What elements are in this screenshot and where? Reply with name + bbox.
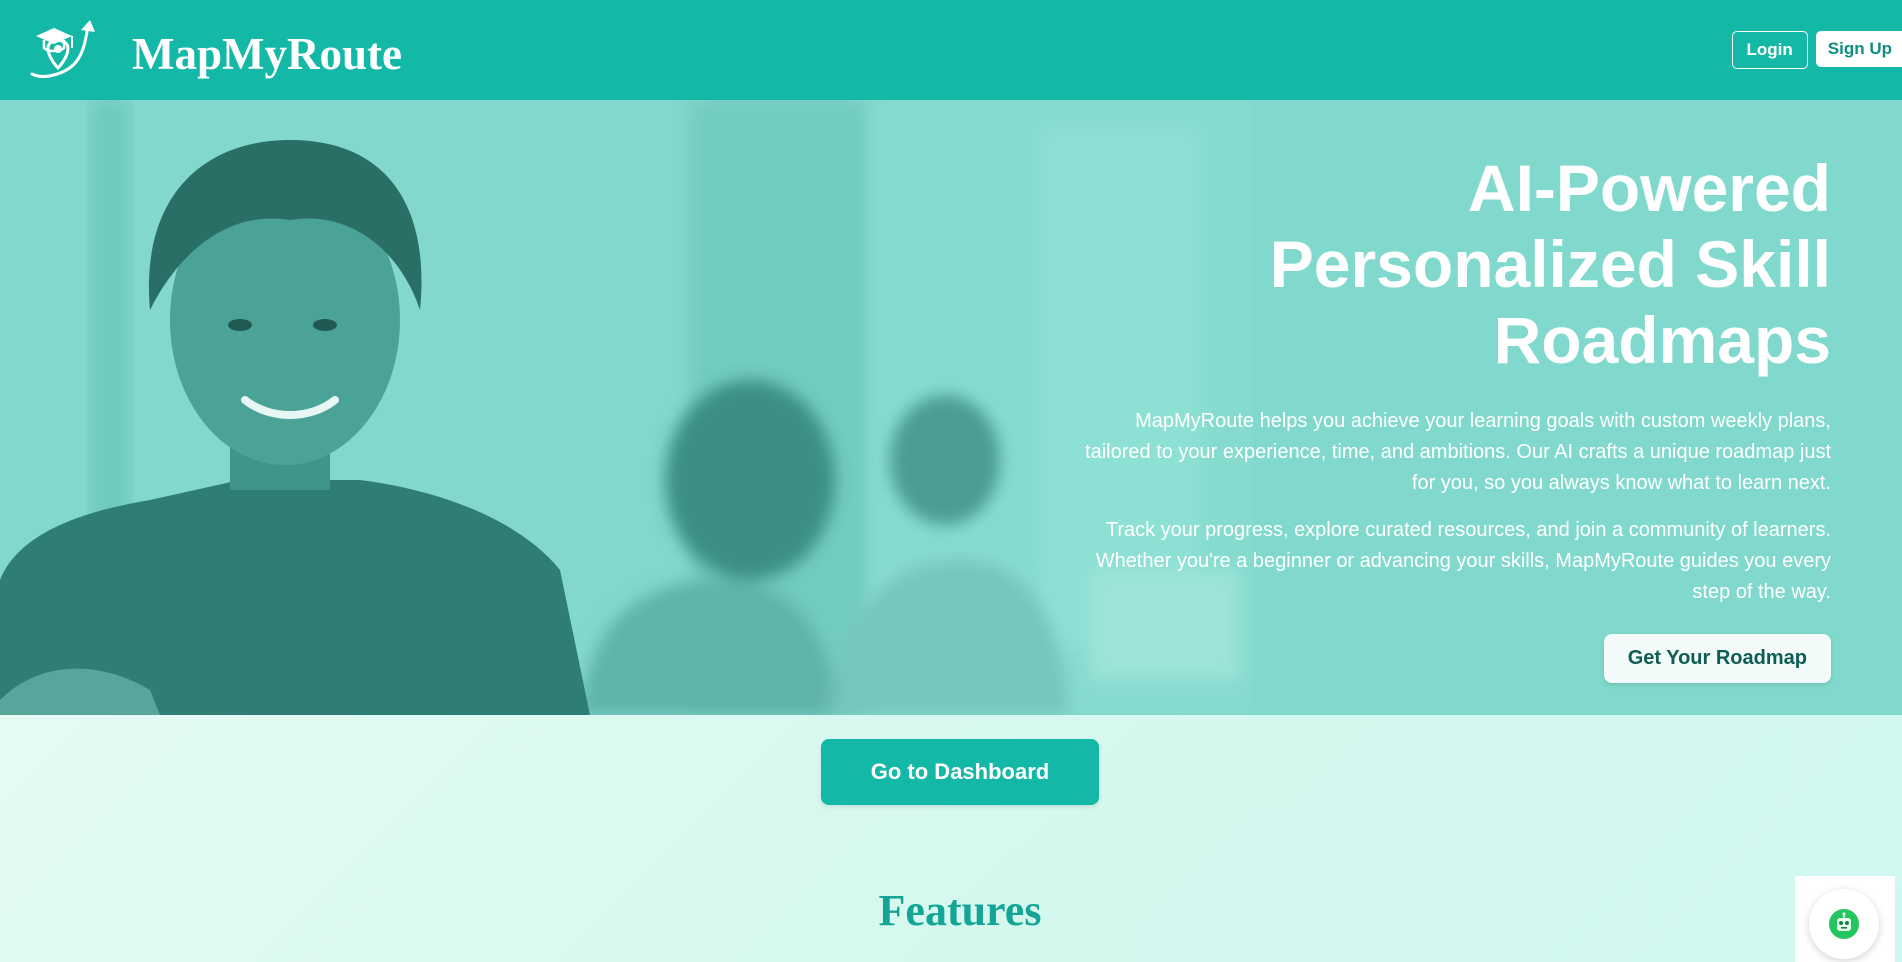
brand-name: MapMyRoute <box>132 29 402 79</box>
hero-description-1: MapMyRoute helps you achieve your learni… <box>1085 410 1831 494</box>
hero-background-image <box>0 100 1254 715</box>
hero-section: AI-Powered Personalized Skill Roadmaps M… <box>0 100 1902 715</box>
get-roadmap-button[interactable]: Get Your Roadmap <box>1603 634 1831 683</box>
chat-widget-panel <box>1795 876 1895 962</box>
chatbot-button[interactable] <box>1809 889 1879 959</box>
lower-section: Go to Dashboard Features <box>0 715 1902 962</box>
robot-chat-icon <box>1829 909 1859 939</box>
hero-description-2: Track your progress, explore curated res… <box>1095 519 1831 603</box>
hero-content: AI-Powered Personalized Skill Roadmaps M… <box>1071 150 1831 683</box>
nav-actions: Login Sign Up <box>1731 31 1902 69</box>
hero-title: AI-Powered Personalized Skill Roadmaps <box>1269 151 1831 377</box>
login-button[interactable]: Login <box>1731 31 1808 69</box>
top-navbar: MapMyRoute Login Sign Up <box>0 0 1902 100</box>
logo-icon <box>30 20 95 78</box>
features-heading: Features <box>878 886 1042 935</box>
go-to-dashboard-button[interactable]: Go to Dashboard <box>821 739 1099 805</box>
brand[interactable]: MapMyRoute <box>26 18 402 82</box>
signup-button[interactable]: Sign Up <box>1815 31 1902 67</box>
